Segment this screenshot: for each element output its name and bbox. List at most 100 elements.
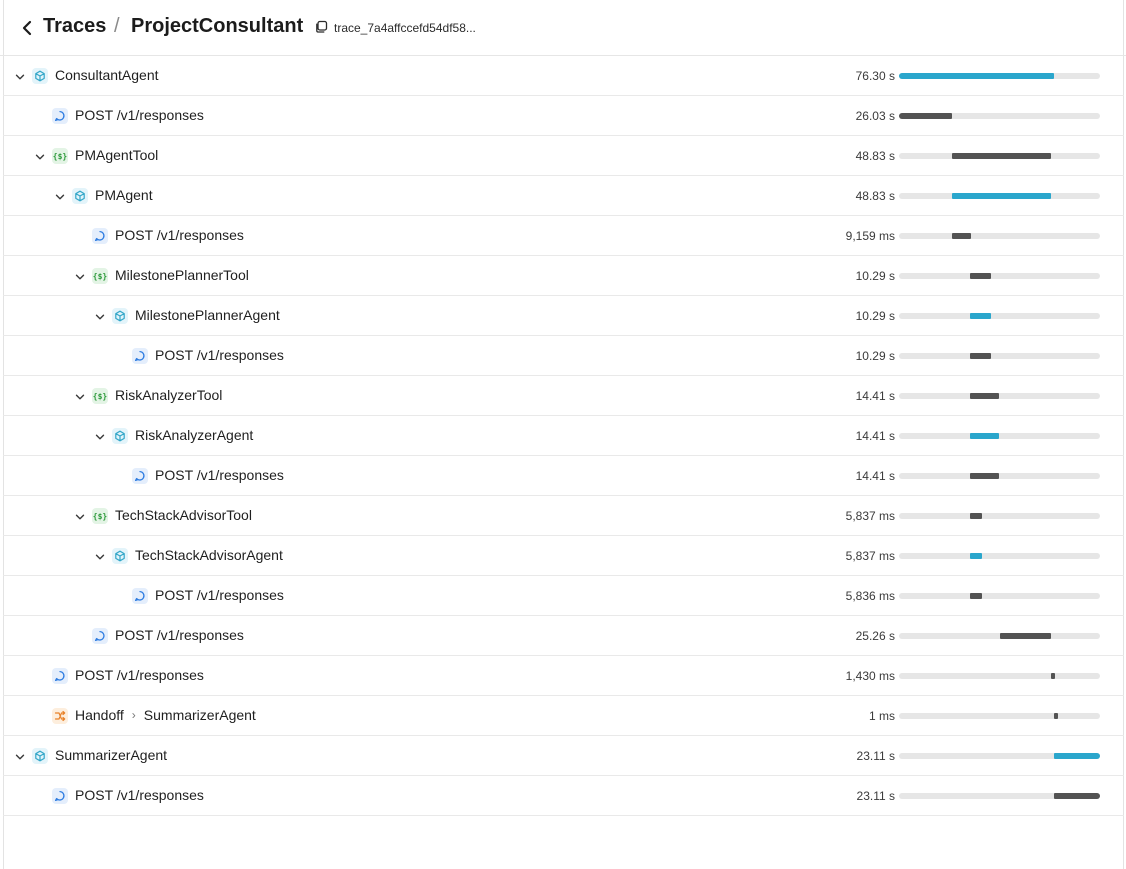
span-row[interactable]: Handoff › SummarizerAgent 1 ms	[3, 696, 1124, 736]
span-row[interactable]: POST /v1/responses 23.11 s	[3, 776, 1124, 816]
span-row[interactable]: POST /v1/responses 14.41 s	[3, 456, 1124, 496]
span-row[interactable]: MilestonePlannerAgent 10.29 s	[3, 296, 1124, 336]
timeline-bar	[952, 233, 971, 239]
span-name-text: PMAgent	[95, 187, 153, 203]
function-icon: {$}	[92, 388, 108, 404]
span-name: POST /v1/responses	[75, 107, 204, 123]
agent-cube-icon	[32, 68, 48, 84]
span-row[interactable]: PMAgent 48.83 s	[3, 176, 1124, 216]
chevron-down-icon[interactable]	[94, 550, 106, 562]
span-duration: 14.41 s	[855, 429, 895, 443]
span-name: MilestonePlannerTool	[115, 267, 249, 283]
span-duration: 1,430 ms	[845, 669, 895, 683]
handoff-target: SummarizerAgent	[143, 707, 256, 723]
span-name: PMAgentTool	[75, 147, 158, 163]
timeline-track	[899, 73, 1100, 79]
span-row[interactable]: POST /v1/responses 5,836 ms	[3, 576, 1124, 616]
span-duration: 76.30 s	[855, 69, 895, 83]
span-row[interactable]: {$} PMAgentTool 48.83 s	[3, 136, 1124, 176]
span-row[interactable]: TechStackAdvisorAgent 5,837 ms	[3, 536, 1124, 576]
timeline-track	[899, 353, 1100, 359]
span-name: RiskAnalyzerAgent	[135, 427, 253, 443]
span-row[interactable]: RiskAnalyzerAgent 14.41 s	[3, 416, 1124, 456]
timeline-bar	[952, 153, 1051, 159]
timeline-bar	[970, 593, 982, 599]
span-row[interactable]: {$} MilestonePlannerTool 10.29 s	[3, 256, 1124, 296]
span-name-text: POST /v1/responses	[115, 627, 244, 643]
back-arrow-icon[interactable]	[16, 17, 38, 39]
svg-text:{$}: {$}	[93, 512, 108, 521]
span-duration: 9,159 ms	[845, 229, 895, 243]
page-title: ProjectConsultant	[131, 15, 304, 37]
chevron-down-icon[interactable]	[74, 390, 86, 402]
timeline-bar	[952, 193, 1051, 199]
trace-id-text: trace_7a4affccefd54df58...	[334, 21, 476, 35]
chevron-down-icon[interactable]	[94, 310, 106, 322]
span-name-text: POST /v1/responses	[115, 227, 244, 243]
breadcrumb-separator: /	[114, 15, 120, 37]
function-icon: {$}	[52, 148, 68, 164]
span-row[interactable]: {$} RiskAnalyzerTool 14.41 s	[3, 376, 1124, 416]
span-row[interactable]: ConsultantAgent 76.30 s	[3, 56, 1124, 96]
span-row[interactable]: POST /v1/responses 25.26 s	[3, 616, 1124, 656]
svg-text:{$}: {$}	[93, 272, 108, 281]
chevron-down-icon[interactable]	[34, 150, 46, 162]
span-duration: 5,836 ms	[845, 589, 895, 603]
timeline-track	[899, 273, 1100, 279]
timeline-bar	[970, 313, 991, 319]
svg-text:{$}: {$}	[53, 152, 68, 161]
timeline-bar	[899, 73, 1054, 79]
span-row[interactable]: SummarizerAgent 23.11 s	[3, 736, 1124, 776]
agent-cube-icon	[72, 188, 88, 204]
span-name-text: ConsultantAgent	[55, 67, 159, 83]
span-name: TechStackAdvisorAgent	[135, 547, 283, 563]
chevron-down-icon[interactable]	[14, 750, 26, 762]
span-duration: 10.29 s	[855, 269, 895, 283]
chevron-right-icon: ›	[131, 708, 136, 722]
trace-id-copy-button[interactable]: trace_7a4affccefd54df58...	[314, 20, 476, 36]
span-row[interactable]: {$} TechStackAdvisorTool 5,837 ms	[3, 496, 1124, 536]
span-name-text: SummarizerAgent	[55, 747, 168, 763]
span-duration: 48.83 s	[855, 149, 895, 163]
span-name-text: MilestonePlannerTool	[115, 267, 249, 283]
timeline-track	[899, 553, 1100, 559]
span-name-text: POST /v1/responses	[75, 107, 204, 123]
timeline-track	[899, 113, 1100, 119]
span-duration: 48.83 s	[855, 189, 895, 203]
span-name: POST /v1/responses	[155, 587, 284, 603]
span-name-text: POST /v1/responses	[75, 667, 204, 683]
span-duration: 25.26 s	[855, 629, 895, 643]
timeline-track	[899, 713, 1100, 719]
span-row[interactable]: POST /v1/responses 1,430 ms	[3, 656, 1124, 696]
span-duration: 5,837 ms	[845, 549, 895, 563]
timeline-bar	[1000, 633, 1051, 639]
span-row[interactable]: POST /v1/responses 9,159 ms	[3, 216, 1124, 256]
span-name-text: POST /v1/responses	[75, 787, 204, 803]
span-name-text: Handoff	[75, 707, 124, 723]
span-duration: 23.11 s	[856, 789, 895, 803]
chevron-down-icon[interactable]	[94, 430, 106, 442]
span-row[interactable]: POST /v1/responses 26.03 s	[3, 96, 1124, 136]
chat-bubble-icon	[52, 108, 68, 124]
chat-bubble-icon	[132, 588, 148, 604]
chevron-down-icon[interactable]	[54, 190, 66, 202]
timeline-track	[899, 153, 1100, 159]
timeline-bar	[1051, 673, 1055, 679]
span-name: POST /v1/responses	[115, 227, 244, 243]
timeline-bar	[1054, 753, 1100, 759]
timeline-track	[899, 633, 1100, 639]
chevron-down-icon[interactable]	[74, 270, 86, 282]
function-icon: {$}	[92, 268, 108, 284]
chevron-down-icon[interactable]	[74, 510, 86, 522]
breadcrumb-traces[interactable]: Traces	[43, 15, 106, 38]
span-duration: 1 ms	[868, 709, 895, 723]
timeline-track	[899, 473, 1100, 479]
timeline-bar	[970, 353, 991, 359]
span-name-text: TechStackAdvisorAgent	[135, 547, 283, 563]
timeline-bar	[899, 113, 952, 119]
chevron-down-icon[interactable]	[14, 70, 26, 82]
function-icon: {$}	[92, 508, 108, 524]
timeline-track	[899, 513, 1100, 519]
span-tree: ConsultantAgent 76.30 s POST /v1/responses…	[3, 56, 1124, 816]
span-row[interactable]: POST /v1/responses 10.29 s	[3, 336, 1124, 376]
